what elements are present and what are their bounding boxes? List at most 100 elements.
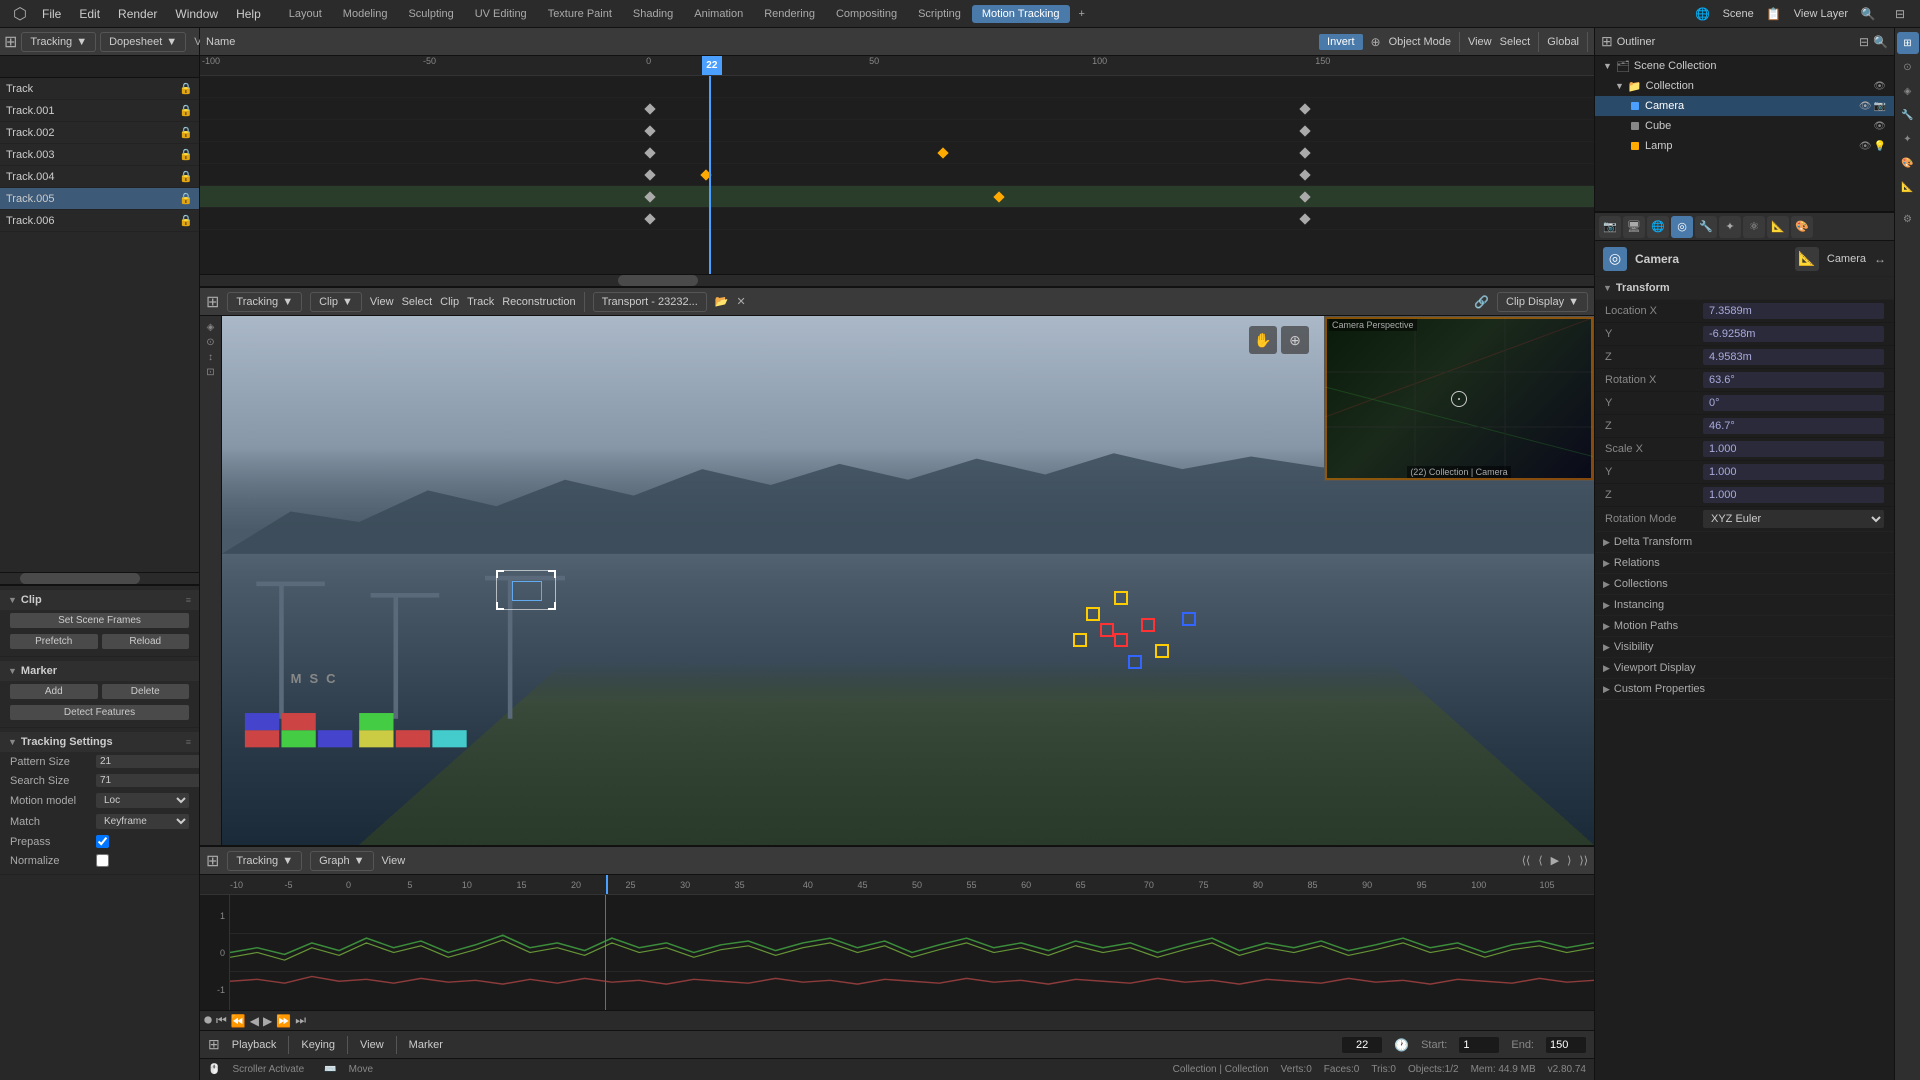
workspace-modeling[interactable]: Modeling <box>333 5 398 23</box>
detect-features-btn[interactable]: Detect Features <box>10 705 189 720</box>
end-frame-input[interactable] <box>1546 1037 1586 1053</box>
key-diamond-3a[interactable] <box>644 147 655 158</box>
match-select[interactable]: Keyframe <box>96 814 189 829</box>
coll-eye[interactable]: 👁 <box>1873 81 1886 92</box>
track-item-4[interactable]: Track.004 🔒 <box>0 166 199 188</box>
zoom-icon[interactable]: ⊕ <box>1281 326 1309 354</box>
record-btn[interactable]: ⏺ <box>204 1013 212 1029</box>
transport-dropdown[interactable]: Transport - 23232... <box>593 292 707 312</box>
key-diamond-1a[interactable] <box>644 103 655 114</box>
dopesheet-scroll-thumb[interactable] <box>20 573 140 584</box>
object-data-icon[interactable]: 📐 <box>1795 247 1819 271</box>
keying-label[interactable]: Keying <box>301 1039 335 1051</box>
dopesheet-scrollbar[interactable] <box>0 572 199 584</box>
outliner-filter-icon[interactable]: ⊟ <box>1859 35 1869 49</box>
marker-9[interactable] <box>1128 655 1142 669</box>
tracking-settings-header[interactable]: ▼ Tracking Settings ≡ <box>0 732 199 752</box>
menu-render[interactable]: Render <box>110 4 165 24</box>
props-icon-physics[interactable]: ⚛ <box>1743 216 1765 238</box>
motion-paths-section[interactable]: ▶ Motion Paths <box>1595 616 1894 637</box>
v-icon-4[interactable]: 🔧 <box>1897 104 1919 126</box>
view-label[interactable]: View <box>1468 36 1492 48</box>
marker-4[interactable] <box>1141 618 1155 632</box>
props-icon-material[interactable]: 🎨 <box>1791 216 1813 238</box>
track-item-6[interactable]: Track.006 🔒 <box>0 210 199 232</box>
clip-clip-menu[interactable]: Clip <box>440 296 459 308</box>
lamp-icon[interactable]: 💡 <box>1874 141 1886 152</box>
graph-ctrl-1[interactable]: ⟨⟨ <box>1522 854 1531 867</box>
camera-eye[interactable]: 👁 <box>1859 101 1872 112</box>
props-icon-particles[interactable]: ✦ <box>1719 216 1741 238</box>
marker-7[interactable] <box>1182 612 1196 626</box>
next-frame-btn[interactable]: ⏩ <box>276 1014 291 1028</box>
play-reverse-btn[interactable]: ◀ <box>250 1014 259 1028</box>
menu-help[interactable]: Help <box>228 4 269 24</box>
motion-model-select[interactable]: Loc <box>96 793 189 808</box>
object-expand-icon[interactable]: ↔ <box>1874 252 1886 266</box>
v-icon-3[interactable]: ◈ <box>1897 80 1919 102</box>
object-mode-icon[interactable]: ⊕ <box>1371 35 1381 49</box>
key-diamond-3b[interactable] <box>937 147 948 158</box>
viewlayer-icon[interactable]: 📋 <box>1762 2 1786 26</box>
current-frame-indicator[interactable]: 22 <box>702 56 722 75</box>
clip-view-menu[interactable]: View <box>370 296 394 308</box>
clip-mode-dropdown[interactable]: Tracking ▼ <box>227 292 302 312</box>
key-diamond-2b[interactable] <box>1300 125 1311 136</box>
outliner-mode-icon[interactable]: ⊞ <box>1601 33 1613 50</box>
first-frame-btn[interactable]: ⏮ <box>216 1013 227 1028</box>
location-x-input[interactable] <box>1703 303 1884 319</box>
clip-side-icon-3[interactable]: ↕ <box>208 352 213 363</box>
clip-side-icon-2[interactable]: ⊙ <box>206 337 214 348</box>
outliner-search-icon[interactable]: 🔍 <box>1873 35 1888 49</box>
track-item-0[interactable]: Track 🔒 <box>0 78 199 100</box>
key-diamond-5a[interactable] <box>644 191 655 202</box>
clip-close-icon[interactable]: ✕ <box>736 295 745 308</box>
clip-section-header[interactable]: ▼ Clip ≡ <box>0 590 199 610</box>
menu-edit[interactable]: Edit <box>71 4 108 24</box>
status-keyboard-icon[interactable]: ⌨️ <box>324 1064 336 1075</box>
clip-track-menu[interactable]: Track <box>467 296 494 308</box>
outliner-scene-collection[interactable]: ▼ 🗂 Scene Collection <box>1595 56 1894 76</box>
clip-side-icon-1[interactable]: ◈ <box>207 322 215 333</box>
transform-header[interactable]: ▼ Transform <box>1595 277 1894 300</box>
normalize-checkbox[interactable] <box>96 854 109 867</box>
timeline-scrollbar[interactable] <box>200 274 1594 286</box>
graph-scrollbar[interactable]: ⏺ ⏮ ⏪ ◀ ▶ ⏩ ⏭ <box>200 1010 1594 1030</box>
marker-section-header[interactable]: ▼ Marker <box>0 661 199 681</box>
clock-icon[interactable]: 🕐 <box>1394 1038 1409 1052</box>
rotation-y-input[interactable] <box>1703 395 1884 411</box>
tracking-settings-list-icon[interactable]: ≡ <box>186 737 191 747</box>
graph-ctrl-3[interactable]: ▶ <box>1551 854 1559 867</box>
reload-btn[interactable]: Reload <box>102 634 190 649</box>
marker-3[interactable] <box>1100 623 1114 637</box>
status-blender-icon[interactable]: 🖱️ <box>208 1064 220 1075</box>
marker-label[interactable]: Marker <box>409 1039 443 1051</box>
marker-1[interactable] <box>1086 607 1100 621</box>
props-icon-output[interactable]: 🖥 <box>1623 216 1645 238</box>
filter-icon[interactable]: ⊟ <box>1888 2 1912 26</box>
dopesheet-view-dropdown[interactable]: Dopesheet ▼ <box>100 32 186 52</box>
v-icon-1[interactable]: ⊞ <box>1897 32 1919 54</box>
marker-2[interactable] <box>1114 591 1128 605</box>
workspace-texture[interactable]: Texture Paint <box>538 5 622 23</box>
workspace-layout[interactable]: Layout <box>279 5 332 23</box>
rotation-mode-select[interactable]: XYZ Euler <box>1703 510 1884 528</box>
outliner-cube[interactable]: Cube 👁 <box>1595 116 1894 136</box>
menu-file[interactable]: File <box>34 4 69 24</box>
clip-viewport[interactable]: M S C ✋ ⊕ <box>222 316 1594 845</box>
v-icon-6[interactable]: 🎨 <box>1897 152 1919 174</box>
invert-btn[interactable]: Invert <box>1319 34 1363 50</box>
workspace-shading[interactable]: Shading <box>623 5 683 23</box>
key-diamond-4a[interactable] <box>644 169 655 180</box>
playback-label[interactable]: Playback <box>232 1039 277 1051</box>
relations-section[interactable]: ▶ Relations <box>1595 553 1894 574</box>
v-icon-8[interactable]: ⚙ <box>1897 208 1919 230</box>
rotation-z-input[interactable] <box>1703 418 1884 434</box>
scene-icon[interactable]: 🌐 <box>1691 2 1715 26</box>
start-frame-input[interactable] <box>1459 1037 1499 1053</box>
playback-mode-icon[interactable]: ⊞ <box>208 1036 220 1053</box>
key-diamond-6a[interactable] <box>644 213 655 224</box>
props-icon-modifier[interactable]: 🔧 <box>1695 216 1717 238</box>
workspace-compositing[interactable]: Compositing <box>826 5 907 23</box>
workspace-rendering[interactable]: Rendering <box>754 5 825 23</box>
